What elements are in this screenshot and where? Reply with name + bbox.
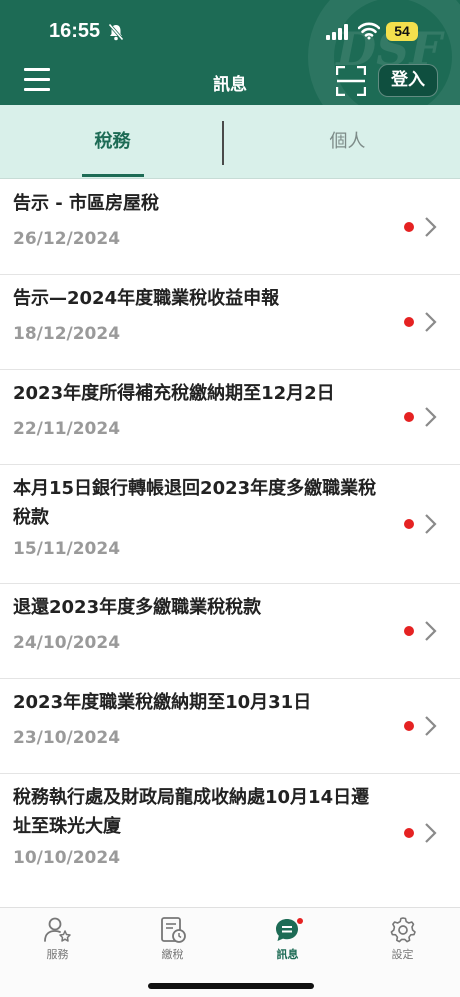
bottom-nav-settings[interactable]: 設定: [345, 908, 460, 968]
message-title: 本月15日銀行轉帳退回2023年度多繳職業稅稅款: [13, 478, 377, 528]
message-date: 23/10/2024: [13, 728, 121, 748]
status-bar: 16:55 54: [0, 0, 460, 58]
tab-tax[interactable]: 稅務: [0, 105, 225, 179]
message-date: 18/12/2024: [13, 324, 121, 344]
nav-bar: 訊息 登入: [0, 58, 460, 105]
scan-icon[interactable]: [336, 66, 366, 96]
wifi-icon: [358, 22, 380, 40]
unread-dot: [404, 721, 414, 731]
bill-clock-icon: [161, 917, 186, 943]
message-title: 退還2023年度多繳職業稅稅款: [13, 597, 262, 618]
tab-divider: [222, 121, 224, 165]
bell-off-icon: [108, 23, 124, 41]
list-item[interactable]: 告示—2024年度職業稅收益申報 18/12/2024: [0, 275, 460, 370]
bottom-nav-pay-tax[interactable]: 繳稅: [115, 908, 230, 968]
list-item[interactable]: 本月15日銀行轉帳退回2023年度多繳職業稅稅款 15/11/2024: [0, 465, 460, 584]
unread-dot: [404, 519, 414, 529]
chevron-right-icon: [425, 621, 437, 641]
bottom-nav-messages[interactable]: 訊息: [230, 908, 345, 968]
login-button[interactable]: 登入: [378, 64, 438, 97]
home-indicator: [148, 983, 314, 989]
bottom-nav-label: 訊息: [276, 948, 299, 961]
unread-dot: [404, 828, 414, 838]
gear-icon: [390, 917, 416, 943]
bottom-nav-label: 設定: [391, 948, 414, 961]
message-title: 告示—2024年度職業稅收益申報: [13, 288, 280, 309]
list-item[interactable]: 退還2023年度多繳職業稅稅款 24/10/2024: [0, 584, 460, 679]
bottom-nav-label: 服務: [46, 948, 69, 961]
list-item[interactable]: 告示 - 市區房屋稅 26/12/2024: [0, 180, 460, 275]
tab-bar: 稅務 個人: [0, 105, 460, 179]
chevron-right-icon: [425, 217, 437, 237]
message-date: 22/11/2024: [13, 419, 121, 439]
bottom-nav-services[interactable]: 服務: [0, 908, 115, 968]
battery-badge: 54: [386, 22, 418, 41]
unread-dot: [404, 222, 414, 232]
list-item[interactable]: 稅務執行處及財政局龍成收納處10月14日遷址至珠光大廈 10/10/2024: [0, 774, 460, 898]
message-date: 10/10/2024: [13, 848, 121, 868]
tab-personal[interactable]: 個人: [235, 105, 460, 179]
bottom-nav-label: 繳稅: [161, 948, 184, 961]
list-item[interactable]: 2023年度所得補充稅繳納期至12月2日 22/11/2024: [0, 370, 460, 465]
message-title: 2023年度職業稅繳納期至10月31日: [13, 692, 312, 713]
chat-bubble-icon: [276, 918, 303, 941]
active-tab-indicator: [82, 174, 144, 177]
message-date: 24/10/2024: [13, 633, 121, 653]
person-star-icon: [44, 917, 71, 942]
signal-icon: [326, 24, 348, 40]
unread-dot: [404, 412, 414, 422]
message-list: 告示 - 市區房屋稅 26/12/2024 告示—2024年度職業稅收益申報 1…: [0, 180, 460, 898]
status-time: 16:55: [49, 20, 101, 42]
chevron-right-icon: [425, 716, 437, 736]
chevron-right-icon: [425, 407, 437, 427]
list-item[interactable]: 2023年度職業稅繳納期至10月31日 23/10/2024: [0, 679, 460, 774]
message-date: 15/11/2024: [13, 539, 121, 559]
chevron-right-icon: [425, 514, 437, 534]
chevron-right-icon: [425, 312, 437, 332]
app-header: DSF 16:55 54 訊息 登入: [0, 0, 460, 105]
unread-dot: [404, 626, 414, 636]
message-title: 告示 - 市區房屋稅: [13, 193, 160, 214]
message-title: 2023年度所得補充稅繳納期至12月2日: [13, 383, 335, 404]
unread-dot: [404, 317, 414, 327]
chevron-right-icon: [425, 823, 437, 843]
message-title: 稅務執行處及財政局龍成收納處10月14日遷址至珠光大廈: [13, 787, 370, 837]
message-date: 26/12/2024: [13, 229, 121, 249]
